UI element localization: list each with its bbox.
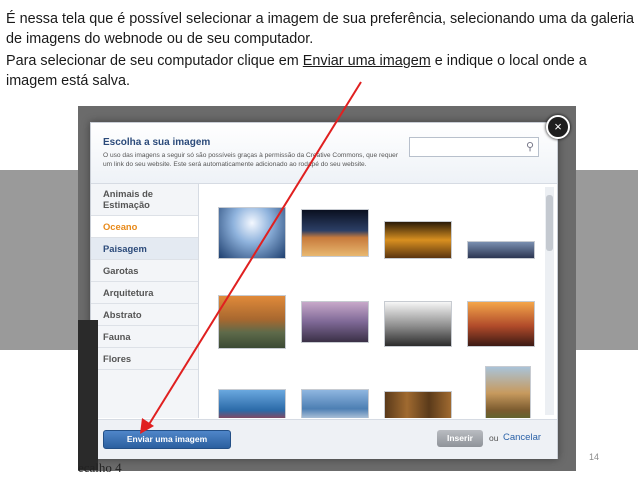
gallery-thumbnail[interactable] [384,221,452,259]
caption-upload-link-text: Enviar uma imagem [302,53,431,69]
gallery-thumbnail[interactable] [301,209,369,257]
search-icon[interactable]: ⚲ [526,140,534,153]
scrollbar-thumb[interactable] [546,195,553,251]
gallery-thumbnail[interactable] [467,241,535,259]
gallery-thumbnail[interactable] [218,207,286,259]
gallery-thumbnail[interactable] [301,301,369,343]
background-text-bottom: ecalho 4 [78,460,122,475]
dialog-footer: Enviar uma imagem Inserir ou Cancelar [91,419,557,459]
gallery-thumbnail[interactable] [301,389,369,418]
caption-line-2: Para selecionar de seu computador clique… [6,51,634,91]
slide-page-number: 14 [589,452,600,462]
category-item-flores[interactable]: Flores [91,348,198,370]
category-sidebar: Animais de Estimação Oceano Paisagem Gar… [91,184,199,418]
background-panel-left [0,170,78,350]
background-panel-right [576,170,638,350]
category-item-animais[interactable]: Animais de Estimação [91,184,198,216]
caption-line-2-start: Para selecionar de seu computador clique… [6,53,303,69]
image-picker-dialog: Escolha a sua imagem O uso das imagens a… [90,115,570,459]
gallery-thumbnail[interactable] [218,389,286,418]
upload-image-button[interactable]: Enviar uma imagem [103,430,231,449]
image-search-input[interactable]: ⚲ [409,137,539,157]
gallery-thumbnail[interactable] [467,301,535,347]
category-item-paisagem[interactable]: Paisagem [91,238,198,260]
gallery-thumbnail[interactable] [384,301,452,347]
or-text: ou [489,433,499,443]
gallery-scrollbar[interactable] [545,187,554,415]
dialog-description: O uso das imagens a seguir só são possív… [103,152,399,168]
category-item-abstrato[interactable]: Abstrato [91,304,198,326]
category-item-fauna[interactable]: Fauna [91,326,198,348]
category-item-oceano[interactable]: Oceano [91,216,198,238]
gallery-thumbnail[interactable] [384,391,452,418]
cancel-link[interactable]: Cancelar [503,432,541,443]
slide-caption: É nessa tela que é possível selecionar a… [6,9,634,93]
dialog-header: Escolha a sua imagem O uso das imagens a… [91,123,557,184]
caption-line-1: É nessa tela que é possível selecionar a… [6,11,634,47]
insert-button[interactable]: Inserir [437,430,483,447]
category-item-arquitetura[interactable]: Arquitetura [91,282,198,304]
image-gallery-grid [199,184,547,418]
background-panel-dark [78,320,98,470]
dialog-title: Escolha a sua imagem [103,137,211,148]
close-button[interactable]: × [546,115,570,139]
gallery-thumbnail[interactable] [218,295,286,349]
gallery-thumbnail[interactable] [485,366,531,418]
category-item-garotas[interactable]: Garotas [91,260,198,282]
